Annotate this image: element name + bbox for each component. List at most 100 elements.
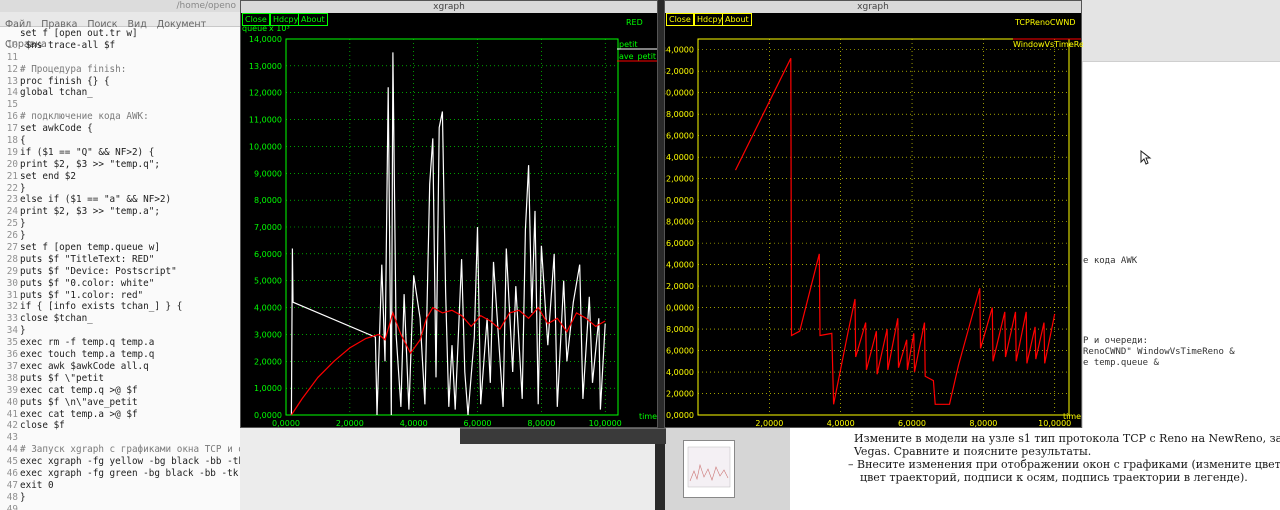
x-tick-label: 2,0000 [755, 419, 783, 428]
doc-text-line: – Внесите изменения при отображении окон… [848, 458, 1280, 471]
line-number: 12 [6, 63, 18, 75]
x-axis-ticks: 2,0000 4,0000 6,0000 8,0000 10,0000 [755, 419, 1071, 428]
code-line: 38 puts $f \"petit [0, 373, 240, 385]
line-number: 34 [6, 325, 18, 337]
code-text: set f [open temp.queue w] [20, 242, 160, 254]
line-number: 19 [6, 146, 18, 158]
y-axis-ticks: 0,00001,00002,00003,00004,00005,00006,00… [249, 35, 282, 420]
line-number: 49 [6, 503, 18, 510]
code-line: 24 print $2, $3 >> "temp.a"; [0, 206, 240, 218]
code-line: 27 set f [open temp.queue w] [0, 242, 240, 254]
legend-label-petit: petit [619, 40, 638, 49]
line-number: 44 [6, 444, 18, 456]
y-tick-label: 6,0000 [666, 347, 694, 356]
queue-chart: 0,0000 1,0000 2,0000 3,0000 4,0000 5,0000 6,00… [242, 18, 657, 428]
x-tick-label: 2,0000 [336, 419, 364, 428]
code-line: 45 exec xgraph -fg yellow -bg black -bb -… [0, 456, 240, 468]
line-number: 38 [6, 372, 18, 384]
y-tick-label: 30,0000 [665, 89, 694, 98]
y-tick-label: 24,0000 [665, 153, 694, 162]
line-number: 15 [6, 99, 18, 111]
y-tick-label: 6,0000 [254, 250, 282, 259]
y-tick-label: 10,0000 [249, 142, 282, 151]
code-text: $ns trace-all $f [20, 39, 116, 51]
code-line: 44 # Запуск xgraph с графиками окна TCP и… [0, 444, 240, 456]
code-text: print $2, $3 >> "temp.a"; [20, 206, 160, 218]
line-number: 40 [6, 396, 18, 408]
doc-text-line: Vegas. Сравните и поясните результаты. [854, 445, 1092, 458]
series-line-windowvstimereno [734, 58, 1056, 405]
line-number: 41 [6, 408, 18, 420]
line-number: 28 [6, 253, 18, 265]
code-line: 46 exec xgraph -fg green -bg black -bb -t… [0, 468, 240, 480]
line-number: 47 [6, 479, 18, 491]
code-text: } [20, 230, 26, 242]
doc-text-line: Измените в модели на узле s1 тип протоко… [854, 432, 1280, 445]
code-line: 25} [0, 218, 240, 230]
chart-grid [697, 38, 1070, 416]
code-line: 13 proc finish {} { [0, 76, 240, 88]
code-text: # подключение кода AWK: [20, 111, 149, 123]
code-line: 26} [0, 230, 240, 242]
code-line: 49 [0, 504, 240, 510]
y-axis-unit: x 10³ [269, 24, 290, 33]
x-tick-label: 4,0000 [400, 419, 428, 428]
y-tick-label: 12,0000 [249, 89, 282, 98]
y-tick-label: 16,0000 [665, 239, 694, 248]
x-axis-label: time [1063, 412, 1081, 421]
y-tick-label: 26,0000 [665, 132, 694, 141]
code-text: close $tchan_ [20, 313, 93, 325]
code-text: exec cat temp.q >@ $f [20, 384, 138, 396]
code-line: 28 puts $f "TitleText: RED" [0, 254, 240, 266]
code-text: } [20, 182, 26, 194]
line-number: 11 [6, 51, 18, 63]
code-text: puts $f "Device: Postscript" [20, 265, 177, 277]
code-line: 43 [0, 432, 240, 444]
code-area[interactable]: set f [open out.tr w] 10 $ns trace-all $f… [0, 28, 240, 510]
code-line: 47 exit 0 [0, 480, 240, 492]
line-number: 13 [6, 75, 18, 87]
x-tick-label: 4,0000 [827, 419, 855, 428]
line-number: 48 [6, 491, 18, 503]
y-tick-label: 8,0000 [666, 325, 694, 334]
code-text: else if ($1 == "a" && NF>2) [20, 194, 172, 206]
xgraph-queue-window[interactable]: xgraph Close Hdcpy About 0,0000 1,0000 2,0… [240, 0, 658, 428]
xgraph-cwnd-window[interactable]: xgraph Close Hdcpy About 0,0000 2,0000 4,0… [664, 0, 1083, 428]
x-tick-label: 10,0000 [589, 419, 622, 428]
line-number: 33 [6, 313, 18, 325]
y-tick-label: 22,0000 [665, 175, 694, 184]
x-tick-label: 8,0000 [969, 419, 997, 428]
code-text: puts $f "1.color: red" [20, 289, 144, 301]
code-line: 14 global tchan_ [0, 87, 240, 99]
code-line: 37 exec awk $awkCode all.q [0, 361, 240, 373]
line-number: 43 [6, 432, 18, 444]
code-line: 30 puts $f "0.color: white" [0, 278, 240, 290]
y-tick-label: 20,0000 [665, 196, 694, 205]
y-tick-label: 0,0000 [666, 411, 694, 420]
y-tick-label: 1,0000 [254, 384, 282, 393]
text-editor-window: /home/openo Файл Правка Поиск Вид ДокументСп… [0, 0, 240, 510]
y-tick-label: 2,0000 [666, 390, 694, 399]
code-line: 31 puts $f "1.color: red" [0, 290, 240, 302]
code-text: exec xgraph -fg yellow -bg black -bb -tk… [20, 456, 240, 468]
document-toolbar-area [1082, 0, 1280, 62]
code-line: 15 [0, 99, 240, 111]
code-line: 40 puts $f \n\"ave_petit [0, 397, 240, 409]
x-axis-label: time [639, 412, 657, 421]
line-number: 35 [6, 337, 18, 349]
code-text: exit 0 [20, 479, 54, 491]
chart-lines [290, 52, 606, 416]
line-number: 16 [6, 111, 18, 123]
plot-border [697, 38, 1070, 416]
code-line: 29 puts $f "Device: Postscript" [0, 266, 240, 278]
page-thumbnail[interactable] [683, 440, 735, 498]
y-tick-label: 5,0000 [254, 277, 282, 286]
code-line: 48} [0, 492, 240, 504]
code-text: puts $f \n\"ave_petit [20, 396, 138, 408]
y-tick-label: 10,0000 [665, 304, 694, 313]
code-line: set f [open out.tr w] [0, 28, 240, 40]
line-number: 14 [6, 87, 18, 99]
y-tick-label: 14,0000 [249, 35, 282, 44]
y-tick-label: 18,0000 [665, 218, 694, 227]
code-text: close $f [20, 420, 65, 432]
